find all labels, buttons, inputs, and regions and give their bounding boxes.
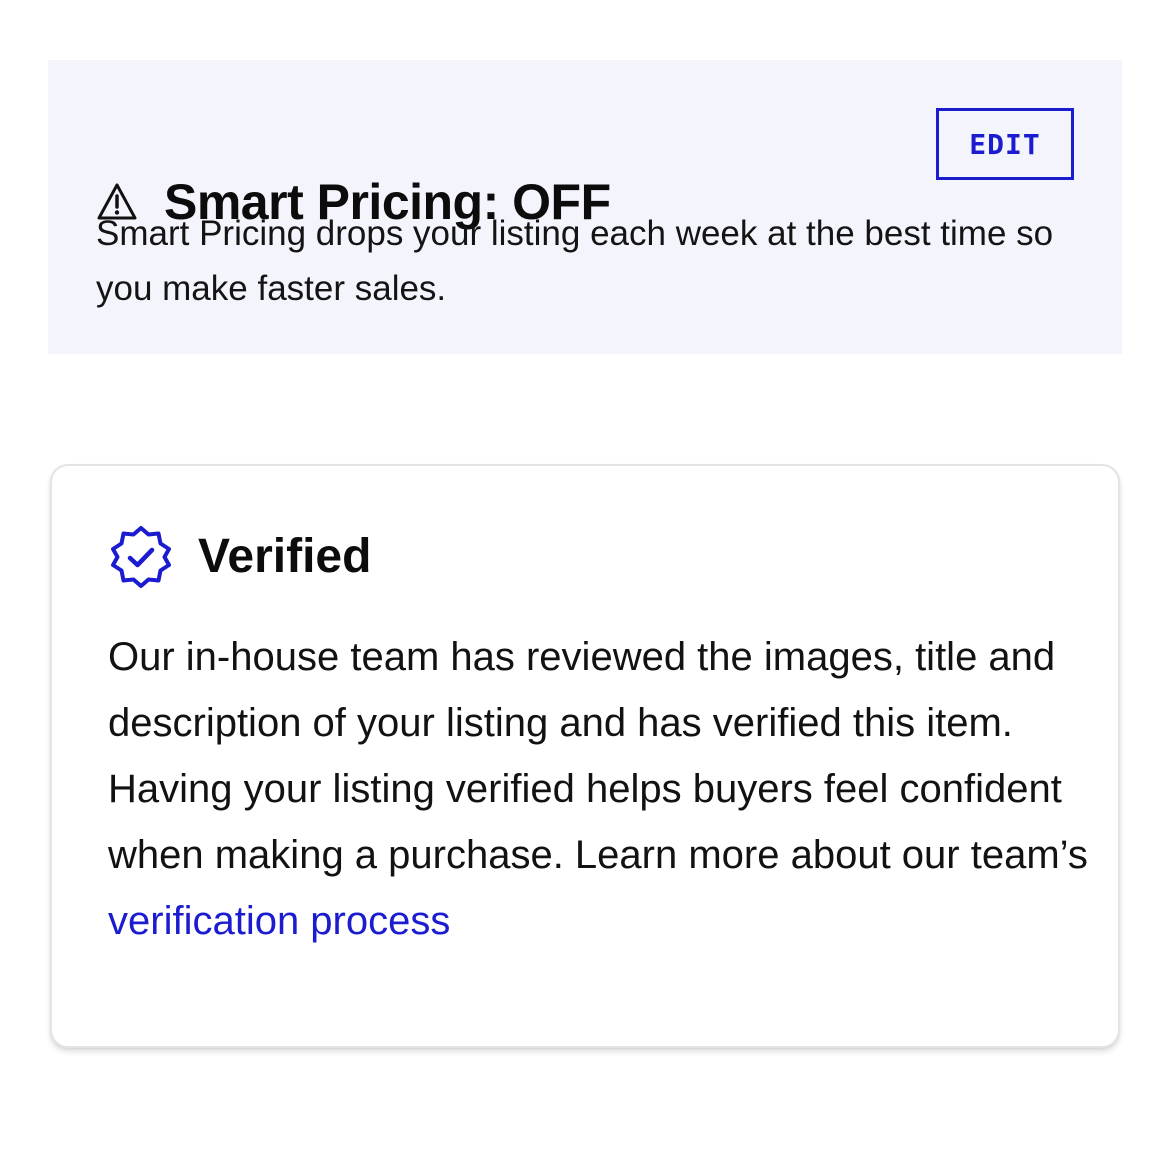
verification-process-link[interactable]: verification process: [108, 899, 450, 943]
verified-card: Verified Our in-house team has reviewed …: [50, 464, 1120, 1048]
smart-pricing-description: Smart Pricing drops your listing each we…: [96, 214, 1054, 308]
verified-header: Verified: [108, 524, 371, 590]
verified-description-text: Our in-house team has reviewed the image…: [108, 635, 1088, 877]
edit-button[interactable]: EDIT: [936, 108, 1074, 180]
verified-description: Our in-house team has reviewed the image…: [108, 624, 1098, 954]
smart-pricing-panel: Smart Pricing: OFF EDIT Smart Pricing dr…: [48, 60, 1122, 354]
verified-badge-icon: [108, 524, 174, 590]
verified-title: Verified: [198, 530, 372, 583]
